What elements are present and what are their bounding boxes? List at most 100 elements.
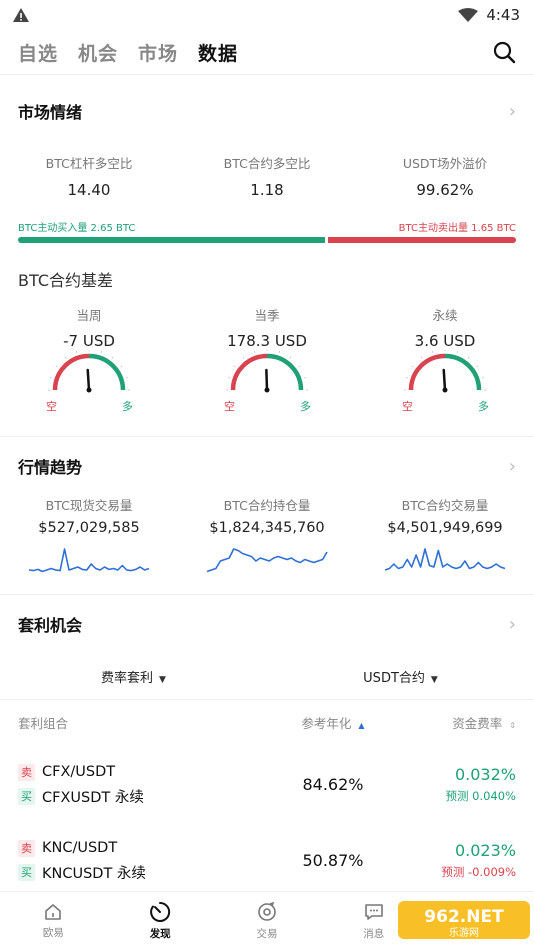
gauge-value: 3.6 USD bbox=[414, 332, 476, 350]
gauge-short-arc bbox=[408, 353, 446, 391]
sentiment-metrics: BTC杠杆多空比 14.40 BTC合约多空比 1.18 USDT场外溢价 99… bbox=[0, 153, 534, 199]
trend-contract-volume[interactable]: BTC合约交易量 $4,501,949,699 bbox=[356, 495, 534, 582]
gauge-tick bbox=[303, 376, 307, 379]
caret-down-icon: ▼ bbox=[430, 674, 438, 685]
trend-items: BTC现货交易量 $527,029,585 BTC合约持仓量 $1,824,34… bbox=[0, 495, 534, 582]
arbitrage-row[interactable]: 卖 KNC/USDT 买 KNCUSDT 永续 50.87% 0.023% 预测… bbox=[0, 822, 534, 898]
basis-gauge: 空多 bbox=[402, 349, 489, 413]
col-annual-sort[interactable]: 参考年化 ▲ bbox=[268, 713, 398, 732]
message-icon bbox=[364, 903, 383, 920]
sell-tag: 卖 bbox=[18, 839, 35, 857]
sparkline-path bbox=[384, 548, 506, 571]
buy-pair: KNCUSDT 永续 bbox=[42, 865, 146, 882]
metric-value: 14.40 bbox=[67, 181, 111, 199]
metric-label: BTC杠杆多空比 bbox=[45, 156, 133, 171]
trend-label: BTC现货交易量 bbox=[45, 498, 133, 513]
chevron-right-icon[interactable]: › bbox=[509, 456, 516, 477]
home-icon bbox=[45, 903, 62, 920]
nav-trade[interactable]: 交易 bbox=[214, 892, 321, 949]
chevron-right-icon[interactable]: › bbox=[509, 101, 516, 122]
nav-discover[interactable]: 发现 bbox=[107, 892, 214, 949]
watermark-sub: 乐游网 bbox=[449, 926, 479, 939]
sort-desc-icon: ▲ bbox=[358, 720, 365, 730]
gauge-tick bbox=[55, 365, 58, 368]
gauge-tick bbox=[481, 376, 485, 379]
filter-label: 费率套利 bbox=[101, 670, 154, 686]
sentiment-title: 市场情绪 bbox=[18, 103, 83, 122]
filter-contract-type[interactable]: USDT合约 ▼ bbox=[267, 667, 534, 686]
tab-data[interactable]: 数据 bbox=[198, 39, 238, 66]
gauge-tick bbox=[411, 365, 414, 368]
buy-volume-label: BTC主动买入量 2.65 BTC bbox=[18, 223, 136, 234]
trend-spot-volume[interactable]: BTC现货交易量 $527,029,585 bbox=[0, 495, 178, 582]
gauge-quarter[interactable]: 当季 178.3 USD 空多 bbox=[178, 305, 356, 418]
nav-label: 交易 bbox=[256, 927, 278, 940]
trend-header[interactable]: 行情趋势 › bbox=[0, 437, 534, 495]
trend-open-interest[interactable]: BTC合约持仓量 $1,824,345,760 bbox=[178, 495, 356, 582]
gauge-hub bbox=[264, 387, 270, 393]
arbitrage-filters: 费率套利 ▼ USDT合约 ▼ bbox=[0, 653, 534, 699]
wifi-icon bbox=[458, 7, 479, 22]
gauge-long-label: 多 bbox=[122, 399, 133, 413]
gauge-long-arc bbox=[444, 353, 482, 391]
warning-icon bbox=[13, 8, 29, 22]
gauge-label: 永续 bbox=[432, 308, 458, 323]
nav-home[interactable]: 欧易 bbox=[0, 892, 107, 949]
sparkline bbox=[206, 548, 328, 573]
funding-rate: 0.032% bbox=[454, 764, 516, 784]
sell-tag: 卖 bbox=[18, 763, 35, 781]
gauge-tick bbox=[100, 350, 103, 354]
gauge-label: 当周 bbox=[76, 308, 102, 323]
buy-tag: 买 bbox=[18, 787, 35, 805]
sparkline-path bbox=[206, 548, 328, 573]
gauge-tick bbox=[298, 365, 301, 368]
metric-leverage-ratio[interactable]: BTC杠杆多空比 14.40 bbox=[0, 153, 178, 199]
chevron-right-icon[interactable]: › bbox=[509, 614, 516, 635]
top-tabs: 自选 机会 市场 数据 bbox=[0, 30, 534, 74]
metric-label: USDT场外溢价 bbox=[402, 156, 488, 171]
sort-icon: ⇕ bbox=[509, 720, 516, 730]
gauge-perpetual[interactable]: 永续 3.6 USD 空多 bbox=[356, 305, 534, 418]
basis-section: BTC合约基差 当周 -7 USD 空多 当季 178.3 USD 空多 永续 … bbox=[0, 243, 534, 418]
basis-gauge: 空多 bbox=[46, 349, 133, 413]
tab-watchlist[interactable]: 自选 bbox=[18, 39, 58, 66]
gauge-value: 178.3 USD bbox=[227, 332, 307, 350]
metric-value: 99.62% bbox=[416, 181, 474, 199]
gauge-long-label: 多 bbox=[478, 399, 489, 413]
metric-usdt-premium[interactable]: USDT场外溢价 99.62% bbox=[356, 153, 534, 199]
tab-market[interactable]: 市场 bbox=[138, 39, 178, 66]
metric-label: BTC合约多空比 bbox=[223, 156, 311, 171]
gauge-short-label: 空 bbox=[46, 399, 57, 413]
metric-contract-ratio[interactable]: BTC合约多空比 1.18 bbox=[178, 153, 356, 199]
basis-gauges: 当周 -7 USD 空多 当季 178.3 USD 空多 永续 3.6 USD … bbox=[0, 305, 534, 418]
col-rate: 资金费率 bbox=[452, 715, 503, 731]
sparkline bbox=[28, 548, 150, 573]
arbitrage-row[interactable]: 卖 CFX/USDT 买 CFXUSDT 永续 84.62% 0.032% 预测… bbox=[0, 746, 534, 822]
gauge-tick bbox=[120, 365, 123, 368]
gauge-week[interactable]: 当周 -7 USD 空多 bbox=[0, 305, 178, 418]
gauge-hub bbox=[86, 387, 92, 393]
nav-label: 发现 bbox=[149, 927, 171, 940]
arbitrage-title: 套利机会 bbox=[18, 616, 83, 635]
gauge-needle bbox=[86, 368, 91, 392]
search-icon[interactable] bbox=[492, 40, 516, 64]
annual-return: 84.62% bbox=[302, 774, 364, 794]
sentiment-header[interactable]: 市场情绪 › bbox=[0, 75, 534, 147]
arbitrage-header[interactable]: 套利机会 › bbox=[0, 595, 534, 653]
basis-title: BTC合约基差 bbox=[18, 271, 113, 290]
arbitrage-column-header: 套利组合 参考年化 ▲ 资金费率 ⇕ bbox=[0, 700, 534, 744]
sell-pair: CFX/USDT bbox=[42, 764, 116, 780]
gauge-value: -7 USD bbox=[63, 332, 115, 350]
caret-down-icon: ▼ bbox=[159, 674, 166, 685]
gauge-long-arc bbox=[266, 353, 304, 391]
gauge-hub bbox=[442, 387, 448, 393]
filter-arb-type[interactable]: 费率套利 ▼ bbox=[0, 667, 267, 686]
status-bar: 4:43 bbox=[0, 0, 534, 30]
gauge-tick bbox=[253, 350, 256, 354]
col-rate-sort[interactable]: 资金费率 ⇕ bbox=[398, 713, 516, 732]
tab-opportunity[interactable]: 机会 bbox=[78, 39, 118, 66]
trend-value: $4,501,949,699 bbox=[387, 520, 503, 536]
nav-label: 消息 bbox=[363, 927, 385, 940]
gauge-label: 当季 bbox=[254, 308, 280, 323]
trend-section: 行情趋势 › BTC现货交易量 $527,029,585 BTC合约持仓量 $1… bbox=[0, 437, 534, 582]
